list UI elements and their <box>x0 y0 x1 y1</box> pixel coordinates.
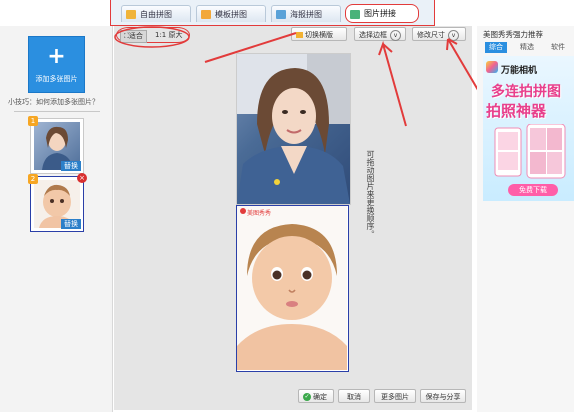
save-share-button[interactable]: 保存与分享 <box>420 389 466 403</box>
tab-comprehensive[interactable]: 综合 <box>485 42 507 53</box>
watermark-label: 美图秀秀 <box>247 210 272 217</box>
recommend-title: 美图秀秀强力推荐 <box>483 30 543 39</box>
phone-collage-illustration <box>494 124 566 179</box>
cancel-button[interactable]: 取消 <box>338 389 370 403</box>
stitched-photo-2[interactable]: 美图秀秀 <box>236 205 349 372</box>
stitched-photo-1[interactable] <box>236 53 351 205</box>
check-icon: ✓ <box>303 393 311 401</box>
ad-headline-2: 拍照神器 <box>486 102 547 120</box>
ad-banner[interactable]: 万能相机 多连拍拼图 拍照神器 免费下载 <box>483 56 574 201</box>
ad-brand: 万能相机 <box>501 66 538 76</box>
ad-headline-1: 多连拍拼图 <box>491 84 561 100</box>
more-images-button[interactable]: 更多图片 <box>374 389 416 403</box>
free-download-button[interactable]: 免费下载 <box>508 184 558 196</box>
tab-featured[interactable]: 精选 <box>516 42 538 53</box>
baby-image <box>237 206 347 370</box>
camera-app-logo <box>486 61 498 73</box>
tab-software[interactable]: 软件 <box>547 42 569 53</box>
portrait-image <box>237 54 350 204</box>
handwritten-annotation: 可拖动图片来更换顺序。 <box>366 150 375 238</box>
confirm-button[interactable]: ✓ 确定 <box>298 389 334 403</box>
